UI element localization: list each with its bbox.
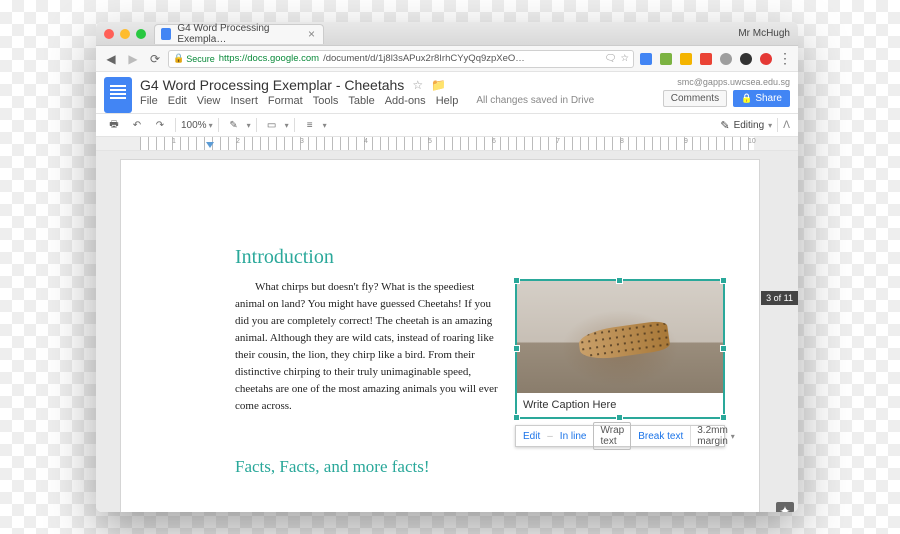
menu-insert[interactable]: Insert [230, 95, 258, 107]
forward-button[interactable]: ▶ [124, 50, 142, 68]
chrome-menu-icon[interactable]: ⋮ [778, 50, 792, 67]
indent-marker[interactable] [206, 142, 214, 148]
url-host: https://docs.google.com [219, 53, 319, 64]
image-edit-link[interactable]: Edit [516, 431, 547, 442]
editing-mode-select[interactable]: ✎ Editing ▾ [720, 119, 772, 132]
menu-table[interactable]: Table [348, 95, 374, 107]
heading-introduction[interactable]: Introduction [235, 246, 725, 269]
menu-format[interactable]: Format [268, 95, 303, 107]
address-input[interactable]: 🔒 Secure https://docs.google.com/documen… [168, 50, 634, 68]
heading-facts[interactable]: Facts, Facts, and more facts! [235, 457, 725, 477]
document-title[interactable]: G4 Word Processing Exemplar - Cheetahs [140, 77, 404, 93]
print-button[interactable]: 🖶 [104, 116, 124, 134]
close-tab-icon[interactable]: × [308, 28, 315, 40]
image-break-option[interactable]: Break text [631, 431, 690, 442]
collapse-toolbar-button[interactable]: ᐱ [783, 120, 790, 131]
extension-icon[interactable] [718, 51, 734, 67]
resize-handle[interactable] [720, 414, 727, 421]
secure-lock-icon: 🔒 Secure [173, 53, 215, 64]
explore-button[interactable]: ✦ [776, 502, 794, 512]
star-icon[interactable]: ☆ [412, 78, 423, 92]
border-style-button[interactable]: ≡ [300, 116, 320, 134]
menu-bar: File Edit View Insert Format Tools Table… [140, 95, 663, 107]
bookmark-star-icon[interactable]: ☆ [620, 53, 629, 64]
zoom-select[interactable]: 100%▾ [181, 120, 213, 131]
resize-handle[interactable] [513, 414, 520, 421]
extension-icon[interactable] [698, 51, 714, 67]
browser-title-bar: G4 Word Processing Exempla… × Mr McHugh [96, 22, 798, 46]
resize-handle[interactable] [513, 345, 520, 352]
user-email[interactable]: smc@gapps.uwcsea.edu.sg [677, 77, 790, 87]
document-canvas: Introduction What chirps but doesn't fly… [96, 151, 798, 512]
reload-button[interactable]: ⟳ [146, 50, 164, 68]
image-margin-select[interactable]: 3.2mm margin▾ [690, 426, 741, 446]
chrome-user-label[interactable]: Mr McHugh [738, 28, 790, 39]
paint-format-button[interactable]: ✎ [224, 116, 244, 134]
image-options-toolbar: Edit – In line Wrap text Break text 3.2m… [515, 425, 725, 447]
extension-icon[interactable] [738, 51, 754, 67]
cheetah-image[interactable] [517, 281, 723, 393]
border-color-button[interactable]: ▭ [262, 116, 282, 134]
menu-edit[interactable]: Edit [168, 95, 187, 107]
docs-header: G4 Word Processing Exemplar - Cheetahs ☆… [96, 72, 798, 113]
image-wrap-option[interactable]: Wrap text [593, 422, 631, 450]
maximize-window-button[interactable] [136, 29, 146, 39]
resize-handle[interactable] [720, 277, 727, 284]
translate-icon[interactable]: 🗨 [604, 53, 616, 64]
comments-button[interactable]: Comments [663, 90, 727, 107]
back-button[interactable]: ◀ [102, 50, 120, 68]
docs-logo-icon[interactable] [104, 77, 132, 113]
browser-tab[interactable]: G4 Word Processing Exempla… × [154, 24, 324, 44]
extension-icon[interactable] [758, 51, 774, 67]
tab-title: G4 Word Processing Exempla… [177, 23, 302, 45]
resize-handle[interactable] [513, 277, 520, 284]
minimize-window-button[interactable] [120, 29, 130, 39]
share-button[interactable]: Share [733, 90, 790, 107]
page-indicator: 3 of 11 [761, 291, 798, 305]
pencil-icon: ✎ [720, 119, 729, 132]
menu-addons[interactable]: Add-ons [385, 95, 426, 107]
close-window-button[interactable] [104, 29, 114, 39]
image-inline-option[interactable]: In line [553, 431, 594, 442]
extension-icon[interactable] [638, 51, 654, 67]
browser-address-bar: ◀ ▶ ⟳ 🔒 Secure https://docs.google.com/d… [96, 46, 798, 72]
redo-button[interactable]: ↷ [150, 116, 170, 134]
horizontal-ruler[interactable]: 123456789101112131415161718 [96, 137, 798, 151]
folder-icon[interactable]: 📁 [431, 78, 446, 92]
menu-help[interactable]: Help [436, 95, 459, 107]
resize-handle[interactable] [616, 414, 623, 421]
resize-handle[interactable] [616, 277, 623, 284]
undo-button[interactable]: ↶ [127, 116, 147, 134]
extension-icon[interactable] [678, 51, 694, 67]
docs-toolbar: 🖶 ↶ ↷ 100%▾ ✎ ▾ ▭ ▾ ≡ ▾ ✎ Editing ▾ ᐱ [96, 113, 798, 137]
body-paragraph[interactable]: What chirps but doesn't fly? What is the… [235, 279, 501, 447]
menu-file[interactable]: File [140, 95, 158, 107]
resize-handle[interactable] [720, 345, 727, 352]
menu-tools[interactable]: Tools [313, 95, 339, 107]
extension-icon[interactable] [658, 51, 674, 67]
document-page[interactable]: Introduction What chirps but doesn't fly… [120, 159, 760, 512]
selected-image-frame[interactable]: Write Caption Here [515, 279, 725, 419]
menu-view[interactable]: View [197, 95, 221, 107]
window-controls [104, 29, 146, 39]
save-status: All changes saved in Drive [476, 95, 594, 107]
url-path: /document/d/1j8l3sAPux2r8IrhCYyQq9zpXeO… [323, 53, 525, 64]
docs-favicon [161, 28, 171, 40]
